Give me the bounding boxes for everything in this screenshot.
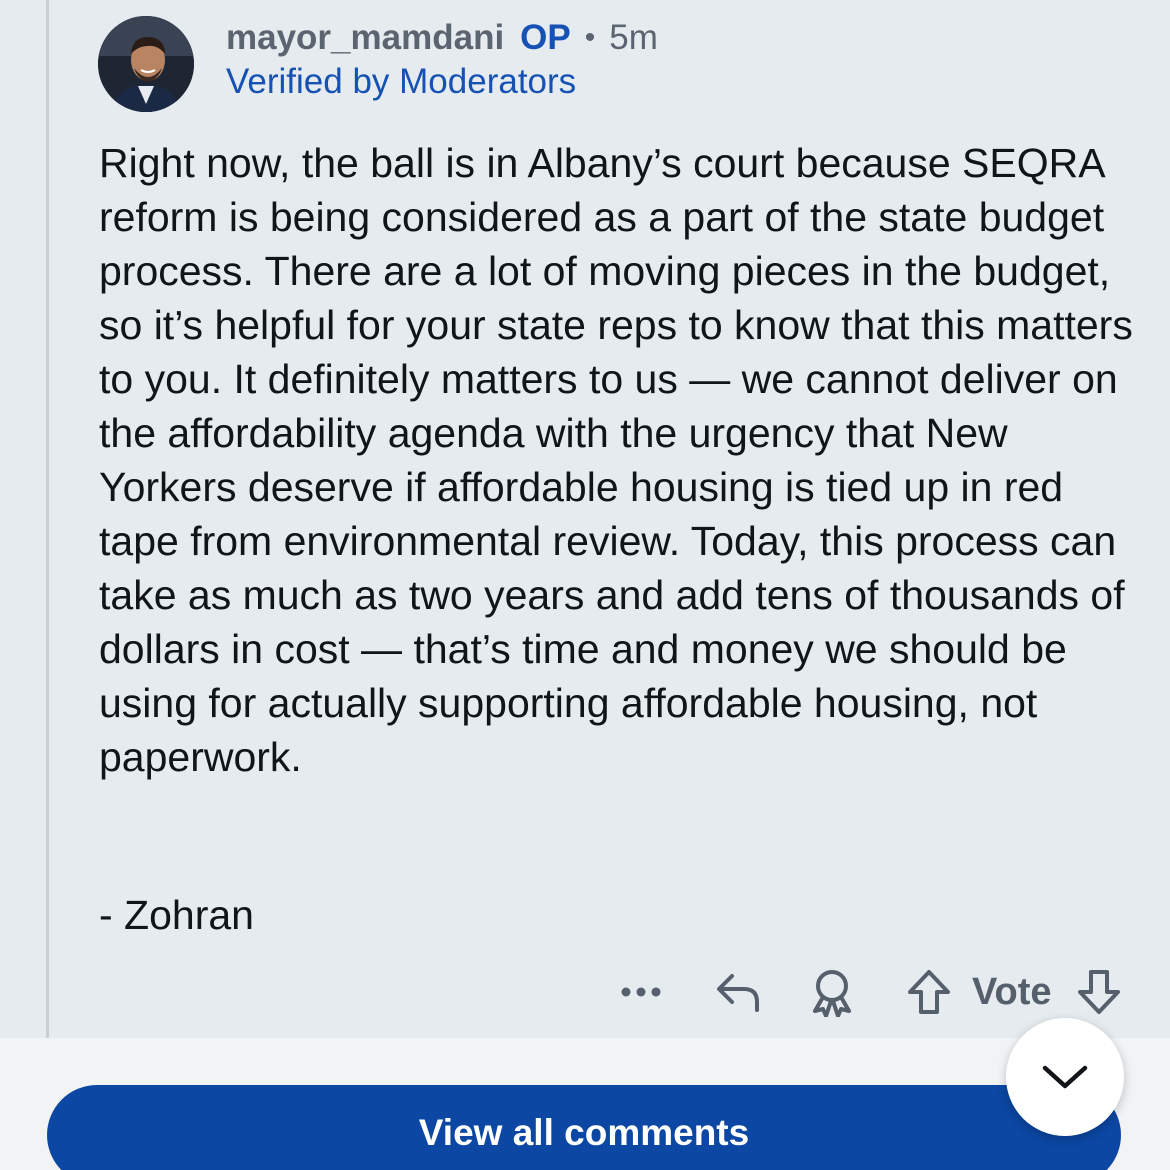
comment-body: Right now, the ball is in Albany’s court… xyxy=(99,140,1133,780)
user-flair: Verified by Moderators xyxy=(226,62,577,101)
op-badge: OP xyxy=(520,18,571,57)
chevron-down-icon xyxy=(1042,1065,1088,1089)
author-username[interactable]: mayor_mamdani xyxy=(226,18,504,58)
reply-button[interactable] xyxy=(708,962,768,1022)
comment-view: mayor_mamdani OP • 5m Verified by Modera… xyxy=(0,0,1170,1170)
award-icon xyxy=(813,970,851,1017)
downvote-button[interactable] xyxy=(1072,962,1126,1022)
award-button[interactable] xyxy=(802,962,862,1022)
vote-label: Vote xyxy=(972,971,1052,1013)
thread-line[interactable] xyxy=(46,0,49,1040)
avatar[interactable] xyxy=(98,16,194,112)
comment-signature: - Zohran xyxy=(99,892,254,938)
view-all-comments-button[interactable]: View all comments xyxy=(47,1085,1121,1170)
upvote-button[interactable] xyxy=(902,962,956,1022)
collapse-button[interactable] xyxy=(1006,1018,1124,1136)
comment-actions: Vote xyxy=(0,962,1170,1022)
upvote-arrow-icon xyxy=(908,970,950,1014)
timestamp: 5m xyxy=(609,18,658,57)
downvote-arrow-icon xyxy=(1078,970,1120,1014)
separator-dot: • xyxy=(584,21,596,54)
reply-arrow-icon xyxy=(717,974,759,1012)
more-options-button[interactable] xyxy=(612,962,670,1022)
more-horizontal-icon xyxy=(621,987,661,997)
comment-header: mayor_mamdani OP • 5m xyxy=(226,16,658,60)
